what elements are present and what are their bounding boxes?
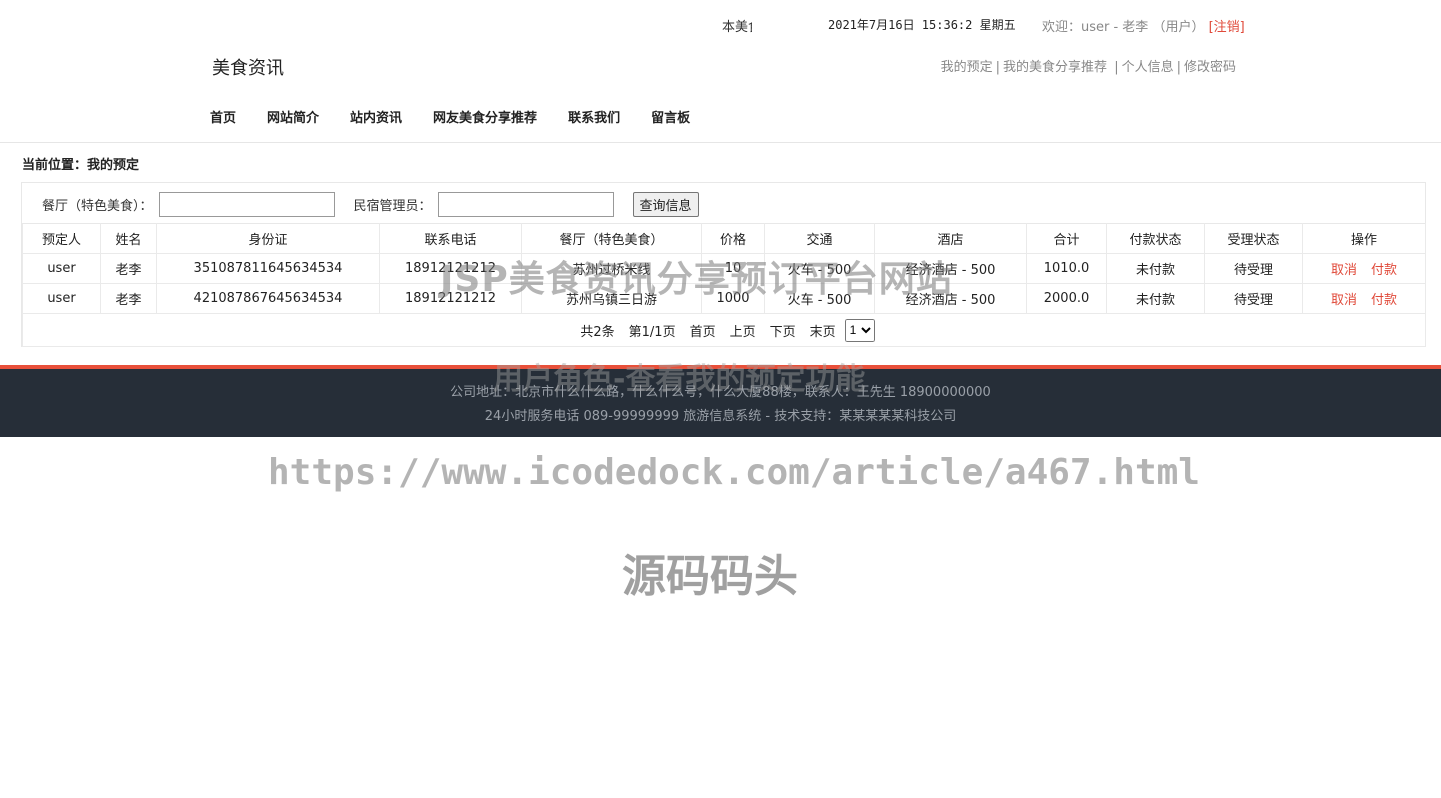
nav-guestbook[interactable]: 留言板 [651, 107, 690, 126]
cell-accept-status: 待受理 [1204, 283, 1303, 314]
query-button[interactable]: 查询信息 [632, 192, 699, 217]
datetime: 2021年7月16日 15:36:2 星期五 [828, 18, 1016, 32]
header-hotel: 酒店 [874, 223, 1027, 254]
restaurant-input[interactable] [158, 192, 335, 217]
nav-share[interactable]: 网友美食分享推荐 [433, 107, 537, 126]
nav-divider [0, 142, 1441, 143]
watermark-subtitle: 用户角色-查看我的预定功能 [493, 362, 866, 397]
user-links: 我的预定 | 我的美食分享推荐 | 个人信息 | 修改密码 [940, 60, 1236, 75]
cancel-link[interactable]: 取消 [1331, 293, 1357, 308]
header-actions: 操作 [1302, 223, 1426, 254]
nav-home[interactable]: 首页 [210, 107, 236, 126]
page-select[interactable]: 1 [844, 318, 875, 342]
header-booker: 预定人 [22, 223, 101, 254]
header-idcard: 身份证 [156, 223, 380, 254]
table-header-row: 预定人 姓名 身份证 联系电话 餐厅（特色美食） 价格 交通 酒店 合计 付款状… [22, 223, 1426, 254]
header-accept-status: 受理状态 [1204, 223, 1303, 254]
cell-idcard: 351087811645634534 [156, 253, 380, 284]
header-total: 合计 [1026, 223, 1107, 254]
cell-total: 1010.0 [1026, 253, 1107, 284]
header-name: 姓名 [100, 223, 157, 254]
main-nav: 首页 网站简介 站内资讯 网友美食分享推荐 联系我们 留言板 [210, 107, 721, 126]
pager-cell: 共2条 第1/1页 首页 上页 下页 末页 1 [22, 313, 1426, 347]
nav-news[interactable]: 站内资讯 [350, 107, 402, 126]
profile-link[interactable]: 个人信息 [1122, 60, 1174, 75]
cell-booker: user [22, 283, 101, 314]
cell-pay-status: 未付款 [1106, 283, 1205, 314]
watermark-brand: 源码码头 [622, 551, 798, 602]
watermark-title: JSP美食资讯分享预订平台网站 [440, 259, 953, 300]
cell-accept-status: 待受理 [1204, 253, 1303, 284]
breadcrumb: 当前位置：我的预定 [22, 158, 140, 173]
change-password-link[interactable]: 修改密码 [1184, 60, 1236, 75]
pager-row: 共2条 第1/1页 首页 上页 下页 末页 1 [22, 313, 1426, 347]
footer-service: 24小时服务电话 089-99999999 旅游信息系统 - 技术支持：某某某某… [484, 409, 957, 424]
pager-last[interactable]: 末页 [810, 321, 836, 340]
cell-actions: 取消 付款 [1302, 283, 1426, 314]
cell-pay-status: 未付款 [1106, 253, 1205, 284]
marquee-text: 本美食 [722, 20, 752, 35]
logout-link[interactable]: [注销] [1209, 20, 1245, 35]
manager-input[interactable] [437, 192, 614, 217]
restaurant-label: 餐厅（特色美食）： [42, 199, 153, 214]
welcome-text: 欢迎：user - 老李 （用户） [注销] [1042, 16, 1245, 35]
nav-contact[interactable]: 联系我们 [568, 107, 620, 126]
pager-first[interactable]: 首页 [690, 321, 716, 340]
my-booking-link[interactable]: 我的预定 [941, 60, 993, 75]
pager-page: 第1/1页 [628, 324, 676, 340]
site-brand: 美食资讯 [212, 58, 284, 79]
cancel-link[interactable]: 取消 [1331, 263, 1357, 278]
header-restaurant: 餐厅（特色美食） [521, 223, 702, 254]
cell-booker: user [22, 253, 101, 284]
cell-idcard: 421087867645634534 [156, 283, 380, 314]
pager-next[interactable]: 下页 [770, 321, 796, 340]
cell-name: 老李 [100, 253, 157, 284]
cell-name: 老李 [100, 283, 157, 314]
cell-actions: 取消 付款 [1302, 253, 1426, 284]
watermark-url: https://www.icodedock.com/article/a467.h… [268, 452, 1200, 493]
welcome-label: 欢迎：user - 老李 （用户） [1042, 20, 1205, 35]
header-phone: 联系电话 [379, 223, 522, 254]
search-form: 餐厅（特色美食）： 民宿管理员： 查询信息 [42, 192, 699, 217]
my-share-link[interactable]: 我的美食分享推荐 [1003, 60, 1107, 75]
cell-total: 2000.0 [1026, 283, 1107, 314]
pagination: 共2条 第1/1页 首页 上页 下页 末页 1 [573, 318, 875, 342]
pager-prev[interactable]: 上页 [730, 321, 756, 340]
pay-link[interactable]: 付款 [1371, 293, 1397, 308]
manager-label: 民宿管理员： [353, 199, 432, 214]
nav-about[interactable]: 网站简介 [267, 107, 319, 126]
header-pay-status: 付款状态 [1106, 223, 1205, 254]
header-transport: 交通 [764, 223, 875, 254]
top-bar: 本美食 2021年7月16日 15:36:2 星期五 欢迎：user - 老李 … [0, 16, 1441, 36]
pager-total: 共2条 [580, 324, 615, 340]
pay-link[interactable]: 付款 [1371, 263, 1397, 278]
header-price: 价格 [701, 223, 765, 254]
